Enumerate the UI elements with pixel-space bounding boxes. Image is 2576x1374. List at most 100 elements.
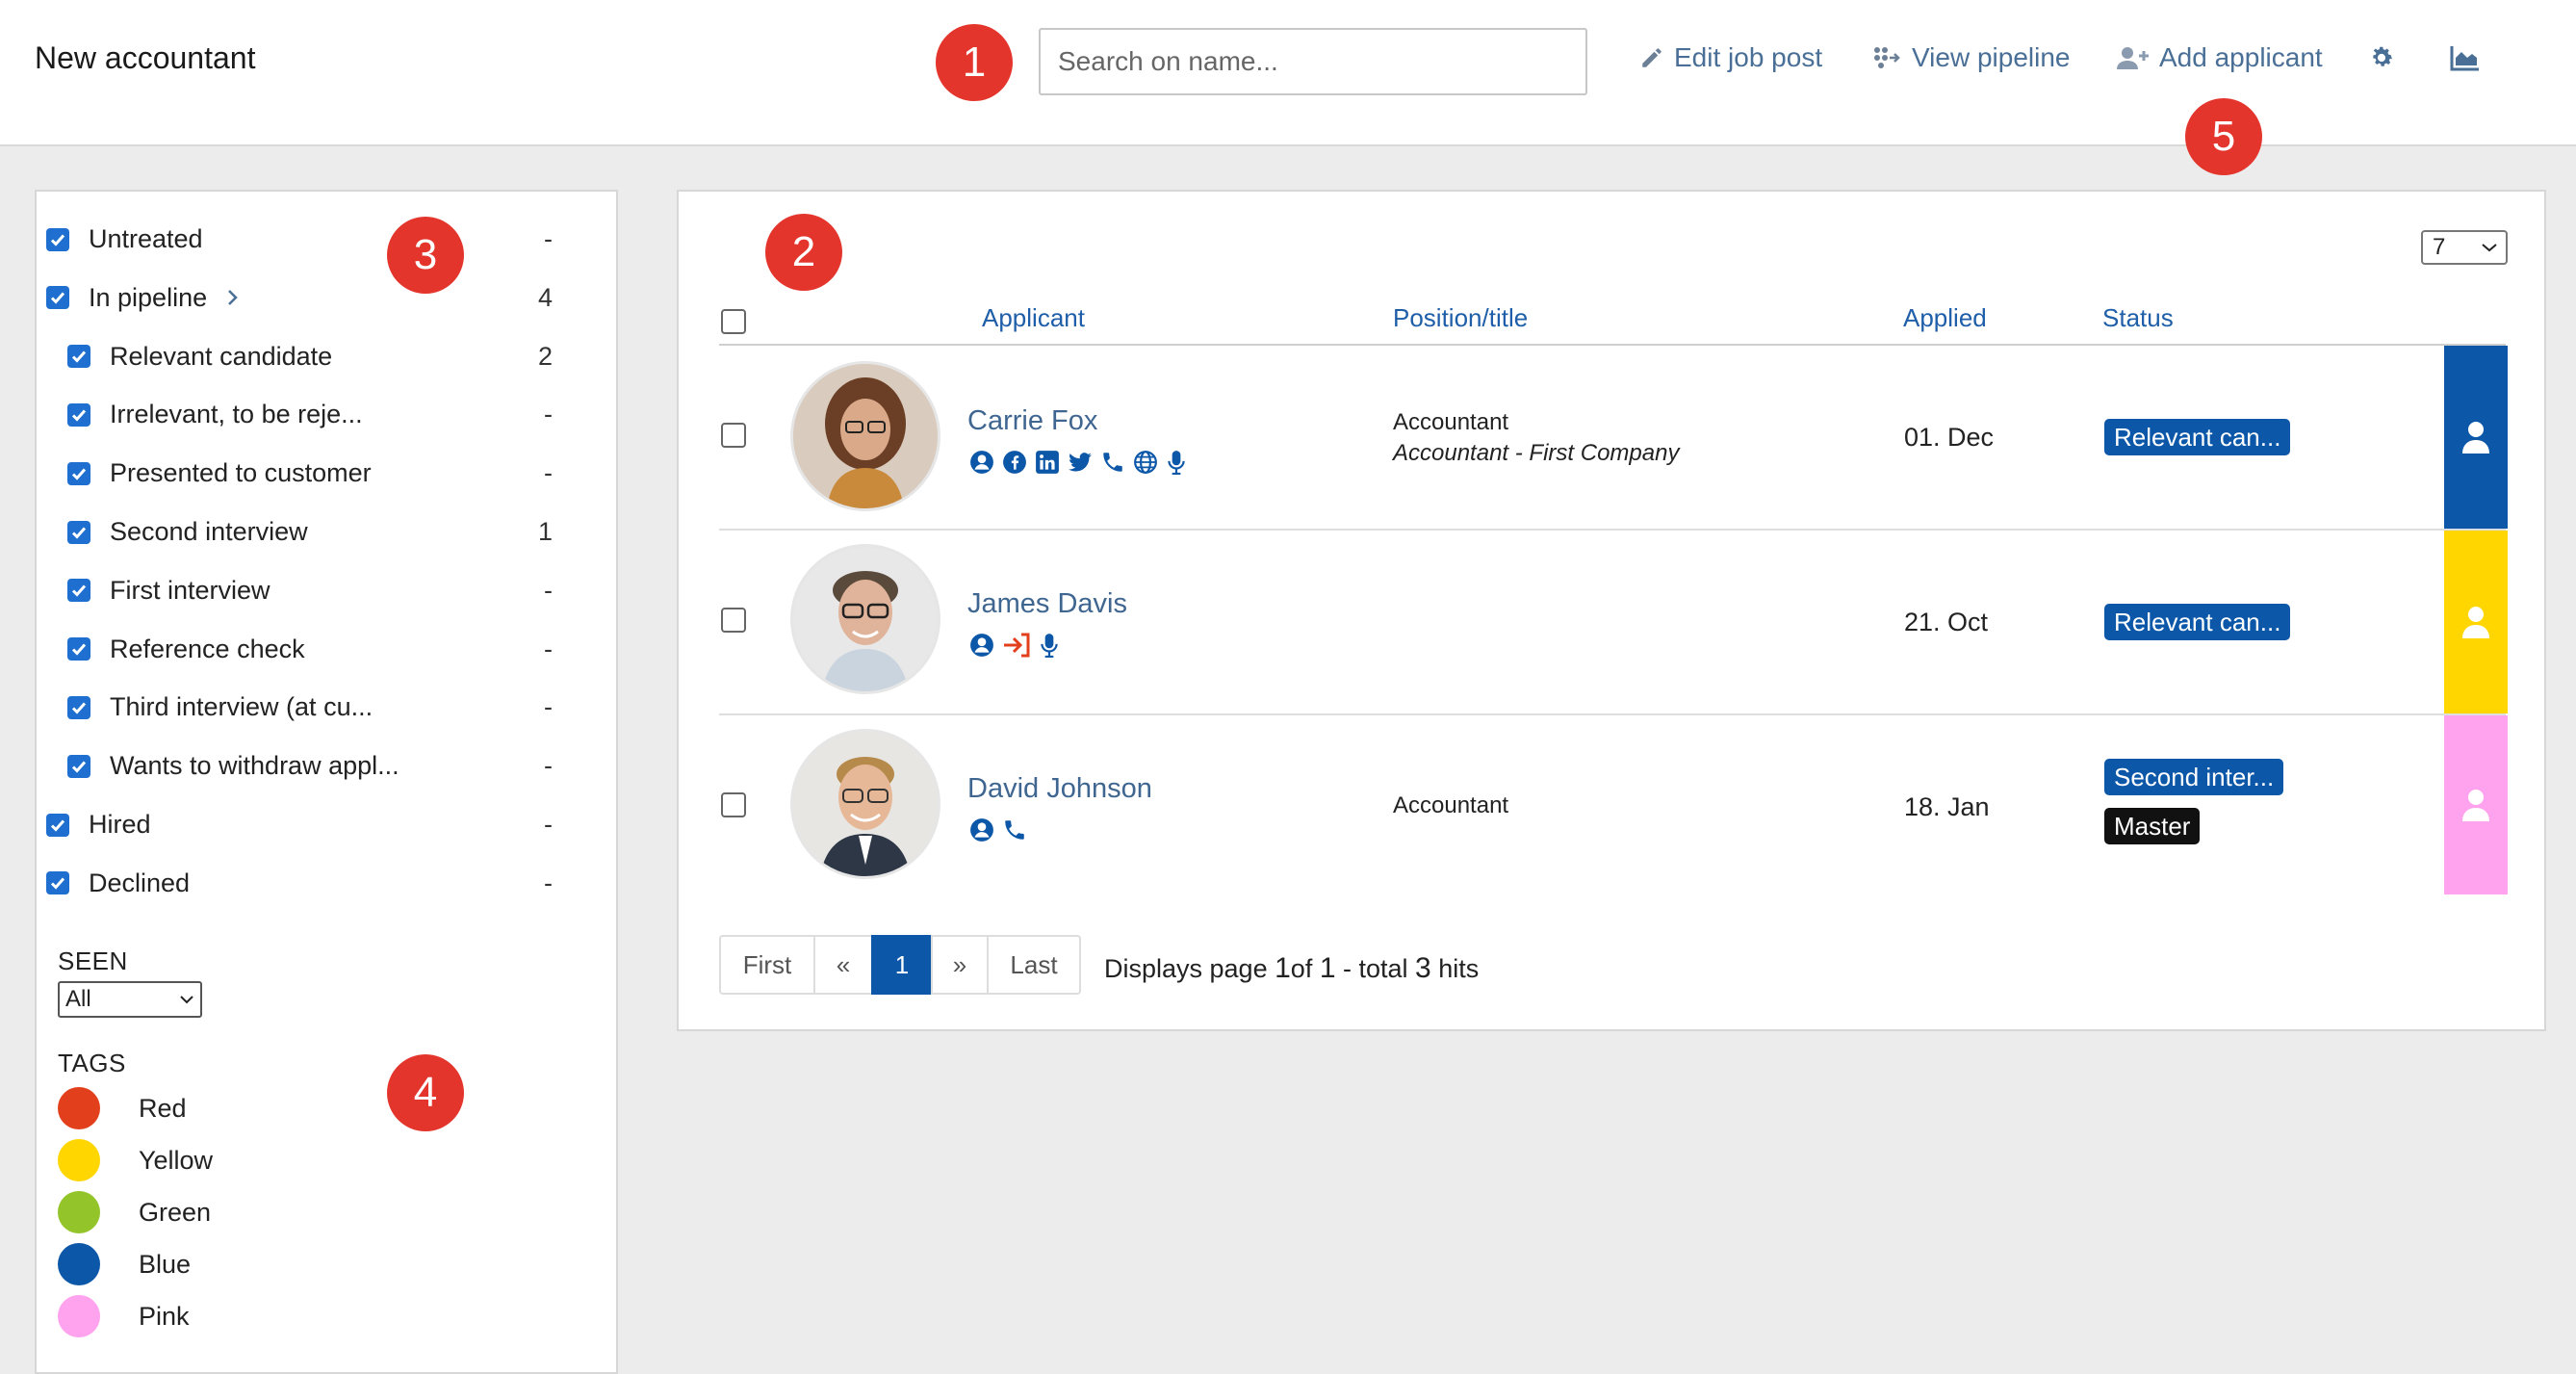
avatar[interactable] — [790, 544, 940, 694]
status-filter-item[interactable]: Wants to withdraw appl... - — [67, 751, 587, 781]
position-company: Accountant - First Company — [1393, 440, 1680, 466]
status-filter-label: Wants to withdraw appl... — [110, 751, 399, 781]
status-filter-item[interactable]: Presented to customer - — [67, 458, 587, 488]
status-filter-item[interactable]: First interview - — [67, 576, 587, 606]
status-filter-item[interactable]: Irrelevant, to be reje... - — [67, 400, 587, 429]
status-filter-count: 2 — [537, 341, 553, 371]
tag-filter-item[interactable]: Red — [58, 1087, 187, 1129]
status-filter-checkbox[interactable] — [67, 637, 90, 661]
status-filter-count: - — [544, 575, 553, 605]
statistics-button[interactable] — [2450, 44, 2481, 71]
page-first-button[interactable]: First — [719, 935, 815, 995]
column-header-applicant[interactable]: Applicant — [982, 303, 1085, 333]
status-filter-label: Presented to customer — [110, 458, 372, 488]
view-pipeline-button[interactable]: View pipeline — [1873, 42, 2071, 73]
seen-select[interactable]: All — [58, 981, 202, 1018]
tag-filter-item[interactable]: Pink — [58, 1295, 190, 1337]
edit-job-post-button[interactable]: Edit job post — [1639, 42, 1822, 73]
page-current-button[interactable]: 1 — [871, 935, 933, 995]
status-badge[interactable]: Second inter... — [2104, 759, 2284, 795]
per-page-value: 7 — [2433, 234, 2446, 260]
contact-icons — [969, 450, 1187, 475]
status-filter-checkbox[interactable] — [46, 227, 69, 251]
status-filter-checkbox[interactable] — [67, 345, 90, 369]
microphone-icon[interactable] — [1039, 633, 1060, 658]
status-filter-checkbox[interactable] — [67, 695, 90, 719]
avatar[interactable] — [790, 729, 940, 879]
status-filter-item[interactable]: Third interview (at cu... - — [67, 692, 587, 722]
search-input[interactable] — [1039, 28, 1587, 95]
callout-marker-4: 4 — [387, 1054, 464, 1131]
status-filter-checkbox[interactable] — [46, 286, 69, 310]
user-circle-icon[interactable] — [969, 817, 994, 843]
status-filter-item[interactable]: Declined - — [46, 868, 587, 898]
status-filter-checkbox[interactable] — [67, 754, 90, 778]
tag-color-dot[interactable] — [58, 1087, 100, 1129]
status-filter-count: - — [544, 634, 553, 663]
twitter-icon[interactable] — [1068, 450, 1093, 475]
status-filter-checkbox[interactable] — [46, 871, 69, 895]
column-header-position[interactable]: Position/title — [1393, 303, 1528, 333]
position-title: Accountant — [1393, 792, 1509, 818]
row-checkbox[interactable] — [721, 608, 746, 633]
tag-color-dot[interactable] — [58, 1295, 100, 1337]
gear-icon — [2373, 46, 2392, 66]
tag-color-dot[interactable] — [58, 1191, 100, 1233]
chevron-right-icon[interactable] — [226, 288, 240, 307]
status-badge[interactable]: Relevant can... — [2104, 419, 2291, 455]
tag-color-bar[interactable] — [2444, 346, 2508, 529]
status-filter-label: Hired — [89, 810, 151, 839]
status-filter-checkbox[interactable] — [67, 402, 90, 427]
status-filter-item[interactable]: Second interview 1 — [67, 517, 587, 547]
phone-icon[interactable] — [1002, 817, 1027, 843]
tag-filter-item[interactable]: Yellow — [58, 1139, 213, 1181]
globe-icon[interactable] — [1133, 450, 1158, 475]
status-filter-item[interactable]: Hired - — [46, 810, 587, 840]
phone-icon[interactable] — [1100, 450, 1125, 475]
seen-label: SEEN — [58, 946, 128, 975]
linkedin-icon[interactable] — [1035, 450, 1060, 475]
tag-color-bar[interactable] — [2444, 531, 2508, 713]
status-filter-item[interactable]: Relevant candidate 2 — [67, 342, 587, 372]
microphone-icon[interactable] — [1166, 450, 1187, 475]
status-filter-count: - — [544, 224, 553, 253]
page-last-button[interactable]: Last — [987, 935, 1081, 995]
facebook-icon[interactable] — [1002, 450, 1027, 475]
column-header-status[interactable]: Status — [2102, 303, 2174, 333]
applicant-name[interactable]: James Davis — [967, 588, 1127, 620]
tag-color-dot[interactable] — [58, 1139, 100, 1181]
select-all-checkbox[interactable] — [721, 309, 746, 334]
row-checkbox[interactable] — [721, 423, 746, 448]
status-filter-checkbox[interactable] — [67, 579, 90, 603]
column-header-applied[interactable]: Applied — [1903, 303, 1987, 333]
add-applicant-button[interactable]: Add applicant — [2117, 42, 2323, 73]
applicant-name[interactable]: Carrie Fox — [967, 405, 1097, 437]
status-filter-checkbox[interactable] — [67, 520, 90, 544]
per-page-select[interactable]: 7 — [2421, 230, 2508, 265]
status-filter-item[interactable]: In pipeline 4 — [46, 283, 587, 313]
applicant-name[interactable]: David Johnson — [967, 773, 1152, 805]
page-prev-button[interactable]: « — [813, 935, 873, 995]
tag-filter-item[interactable]: Blue — [58, 1243, 191, 1285]
status-filter-item[interactable]: Untreated - — [46, 224, 587, 254]
pagination: First « 1 » Last — [719, 935, 1081, 995]
add-applicant-label: Add applicant — [2159, 42, 2323, 72]
status-filter-item[interactable]: Reference check - — [67, 635, 587, 664]
tag-badge[interactable]: Master — [2104, 808, 2201, 844]
tag-color-dot[interactable] — [58, 1243, 100, 1285]
tag-filter-item[interactable]: Green — [58, 1191, 211, 1233]
page-next-button[interactable]: » — [931, 935, 989, 995]
status-filter-label: Relevant candidate — [110, 341, 333, 371]
row-checkbox[interactable] — [721, 792, 746, 817]
user-circle-icon[interactable] — [969, 633, 994, 658]
pagination-info: Displays page 1of 1 - total 3 hits — [1104, 952, 1479, 985]
user-circle-icon[interactable] — [969, 450, 994, 475]
tag-color-bar[interactable] — [2444, 715, 2508, 894]
status-filter-checkbox[interactable] — [46, 813, 69, 837]
avatar[interactable] — [790, 361, 940, 511]
status-badge[interactable]: Relevant can... — [2104, 604, 2291, 640]
status-filter-checkbox[interactable] — [67, 461, 90, 485]
sign-in-icon[interactable] — [1002, 633, 1031, 658]
settings-button[interactable] — [2368, 44, 2395, 71]
pagination-info-total-label: - total — [1335, 954, 1416, 983]
